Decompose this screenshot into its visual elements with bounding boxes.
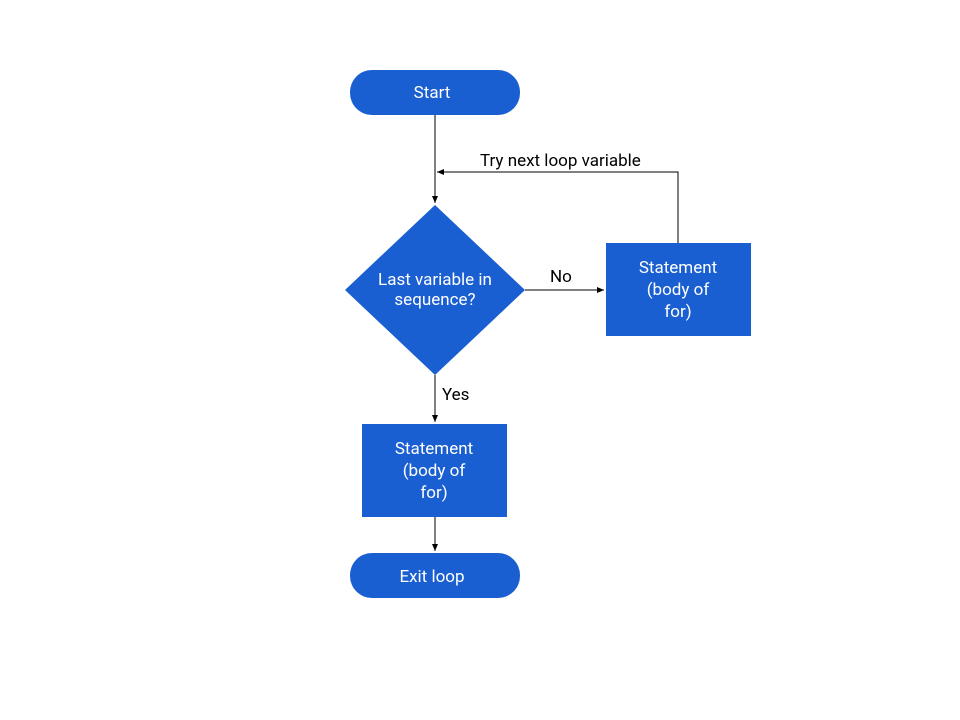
decision-node: Last variable in sequence? [345, 205, 525, 375]
body-bottom-l3: for) [420, 483, 447, 503]
flowchart-canvas: Start Last variable in sequence? No Stat… [0, 0, 960, 720]
decision-label-2: sequence? [394, 290, 475, 310]
exit-node: Exit loop [350, 553, 520, 598]
no-label: No [550, 267, 572, 287]
body-right-l2: (body of [647, 280, 710, 300]
exit-label: Exit loop [399, 567, 464, 587]
start-label: Start [414, 83, 451, 103]
decision-label-1: Last variable in [378, 270, 492, 290]
body-right-node: Statement (body of for) [606, 243, 751, 336]
start-node: Start [350, 70, 520, 115]
yes-label: Yes [442, 385, 469, 405]
edge-loopback [437, 172, 678, 243]
loopback-label: Try next loop variable [480, 151, 641, 171]
body-bottom-l2: (body of [403, 461, 466, 481]
body-bottom-node: Statement (body of for) [362, 424, 507, 517]
body-right-l3: for) [664, 302, 691, 322]
body-right-l1: Statement [639, 258, 717, 278]
body-bottom-l1: Statement [395, 439, 473, 459]
